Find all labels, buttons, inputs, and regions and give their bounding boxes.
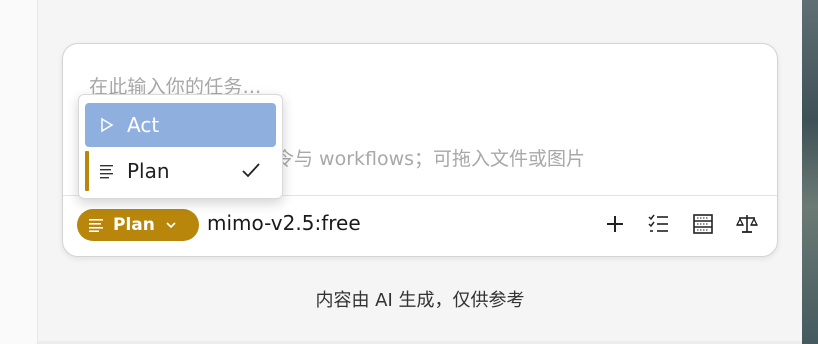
mode-dropdown-menu: Act Plan: [78, 94, 283, 199]
mode-selector-label: Plan: [113, 215, 155, 235]
menu-item-plan[interactable]: Plan: [85, 149, 276, 193]
menu-item-label: Plan: [127, 159, 170, 183]
lines-icon: [100, 165, 113, 179]
play-icon: [101, 117, 114, 133]
chevron-down-icon: [166, 222, 176, 229]
mode-selector-button[interactable]: Plan: [77, 209, 199, 241]
menu-item-label: Act: [127, 113, 160, 137]
input-hint: 令与 workflows；可拖入文件或图片: [275, 148, 586, 170]
plus-icon[interactable]: [603, 212, 627, 236]
server-icon[interactable]: [691, 212, 715, 236]
checkmark-icon: [242, 163, 260, 178]
ai-disclaimer: 内容由 AI 生成，仅供参考: [315, 290, 525, 311]
scale-icon[interactable]: [735, 212, 759, 236]
model-selector[interactable]: mimo-v2.5:free: [207, 211, 361, 235]
checklist-icon[interactable]: [647, 212, 671, 236]
menu-item-act[interactable]: Act: [85, 103, 276, 147]
lines-icon: [89, 219, 103, 232]
